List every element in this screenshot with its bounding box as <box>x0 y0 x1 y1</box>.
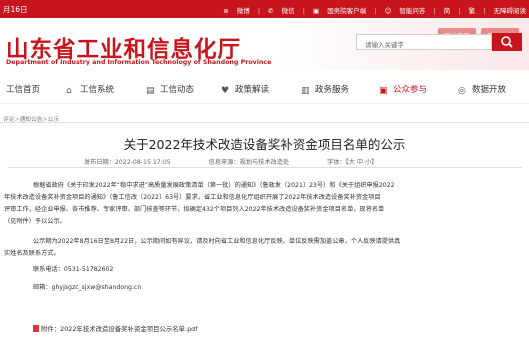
site-logo-subtitle: Department of Industry and Information T… <box>6 59 272 66</box>
gov-client-link[interactable]: ▣ 国务院客户端 <box>313 7 366 15</box>
search-input[interactable]: 请输入关键字 <box>356 34 492 50</box>
chart-icon: ▥ <box>301 86 310 96</box>
article-title: 关于2022年技术改造设备奖补资金项目名单的公示 <box>123 137 406 152</box>
document-icon: ▤ <box>146 86 155 96</box>
contact-phone: 联系电话：0531-51782602 <box>33 266 114 273</box>
simplified-link[interactable]: 简 <box>444 7 451 15</box>
accessibility-link[interactable]: 无障碍阅读 <box>494 7 527 15</box>
article-paragraph: 实姓名及联系方式。 <box>4 250 60 257</box>
article-paragraph: 年技术改造设备奖补资金项目的通知》（鲁工信改〔2022〕63号）要求，省工业和信… <box>4 194 381 201</box>
heart-icon: ♥ <box>221 86 230 96</box>
nav-data[interactable]: ◎ 数据开放 <box>458 83 506 96</box>
nav-policy[interactable]: ♥ 政策解读 <box>221 83 269 96</box>
separator: | <box>458 6 461 15</box>
search-icon <box>501 36 513 48</box>
top-bar: 月16日 ⊛ 微博 | ✆ 微信 | ▣ 国务院客户端 | ☺ 智能问答 | 简… <box>0 0 529 18</box>
separator: | <box>374 6 377 15</box>
building-icon: ⌂ <box>66 86 72 96</box>
traditional-link[interactable]: 繁 <box>469 7 476 15</box>
font-size-control[interactable]: 字体：【大 中 小】 <box>327 159 377 166</box>
nav-home[interactable]: 工信首页 <box>6 83 40 95</box>
smart-qa-link[interactable]: ☺ 智能问答 <box>385 7 426 15</box>
nav-news[interactable]: ▤ 工信动态 <box>146 83 194 96</box>
article-paragraph: 根据省政府《关于印发2022年“稳中求进”高质量发展政策清单（第一批）的通知》（… <box>33 182 395 189</box>
nav-system[interactable]: ⌂ 工信系统 <box>66 83 114 96</box>
article-paragraph: （见附件）予以公示。 <box>4 218 66 225</box>
top-links: ⊛ 微博 | ✆ 微信 | ▣ 国务院客户端 | ☺ 智能问答 | 简 | 繁 … <box>217 5 526 15</box>
database-icon: ◎ <box>458 86 466 96</box>
contact-email: 邮箱：ghyjsgzc_sjxw@shandong.cn <box>33 284 142 291</box>
nav-services[interactable]: ▥ 政务服务 <box>301 83 349 96</box>
article-meta: 发布日期：2022-08-15 17:05 信息来源：规划与技术改造处 字体：【… <box>84 157 377 166</box>
current-date: 月16日 <box>3 5 28 14</box>
article-paragraph: 评审工作，经企业申报、各市推荐、专家评审、部门核查等环节，拟确定432个项目列入… <box>4 206 385 213</box>
publish-date: 发布日期：2022-08-15 17:05 <box>84 159 171 166</box>
pdf-icon <box>33 325 39 332</box>
wechat-link[interactable]: ✆ 微信 <box>268 7 295 15</box>
people-icon: ▣ <box>379 86 388 96</box>
search-button[interactable] <box>492 33 522 51</box>
main-nav: 工信首页 ⌂ 工信系统 ▤ 工信动态 ♥ 政策解读 ▥ 政务服务 ▣ 公众参与 ◎ 数据开放 <box>0 73 529 104</box>
divider <box>8 167 522 168</box>
separator: | <box>483 6 486 15</box>
search-placeholder: 请输入关键字 <box>365 41 404 49</box>
separator: | <box>257 6 261 15</box>
separator: | <box>302 6 305 15</box>
article-paragraph: 公示期为2022年8月16日至8月22日，公示期间如有异议，请及时向省工业和信息… <box>33 238 401 245</box>
nav-participation[interactable]: ▣ 公众参与 <box>379 83 427 96</box>
divider <box>0 122 529 123</box>
weibo-link[interactable]: ⊛ 微博 <box>223 7 250 15</box>
separator: | <box>433 6 436 15</box>
info-source: 信息来源：规划与技术改造处 <box>208 159 290 166</box>
attachment-link[interactable]: 附件：2022年技术改造设备奖补资金项目公示名单.pdf <box>33 324 197 333</box>
